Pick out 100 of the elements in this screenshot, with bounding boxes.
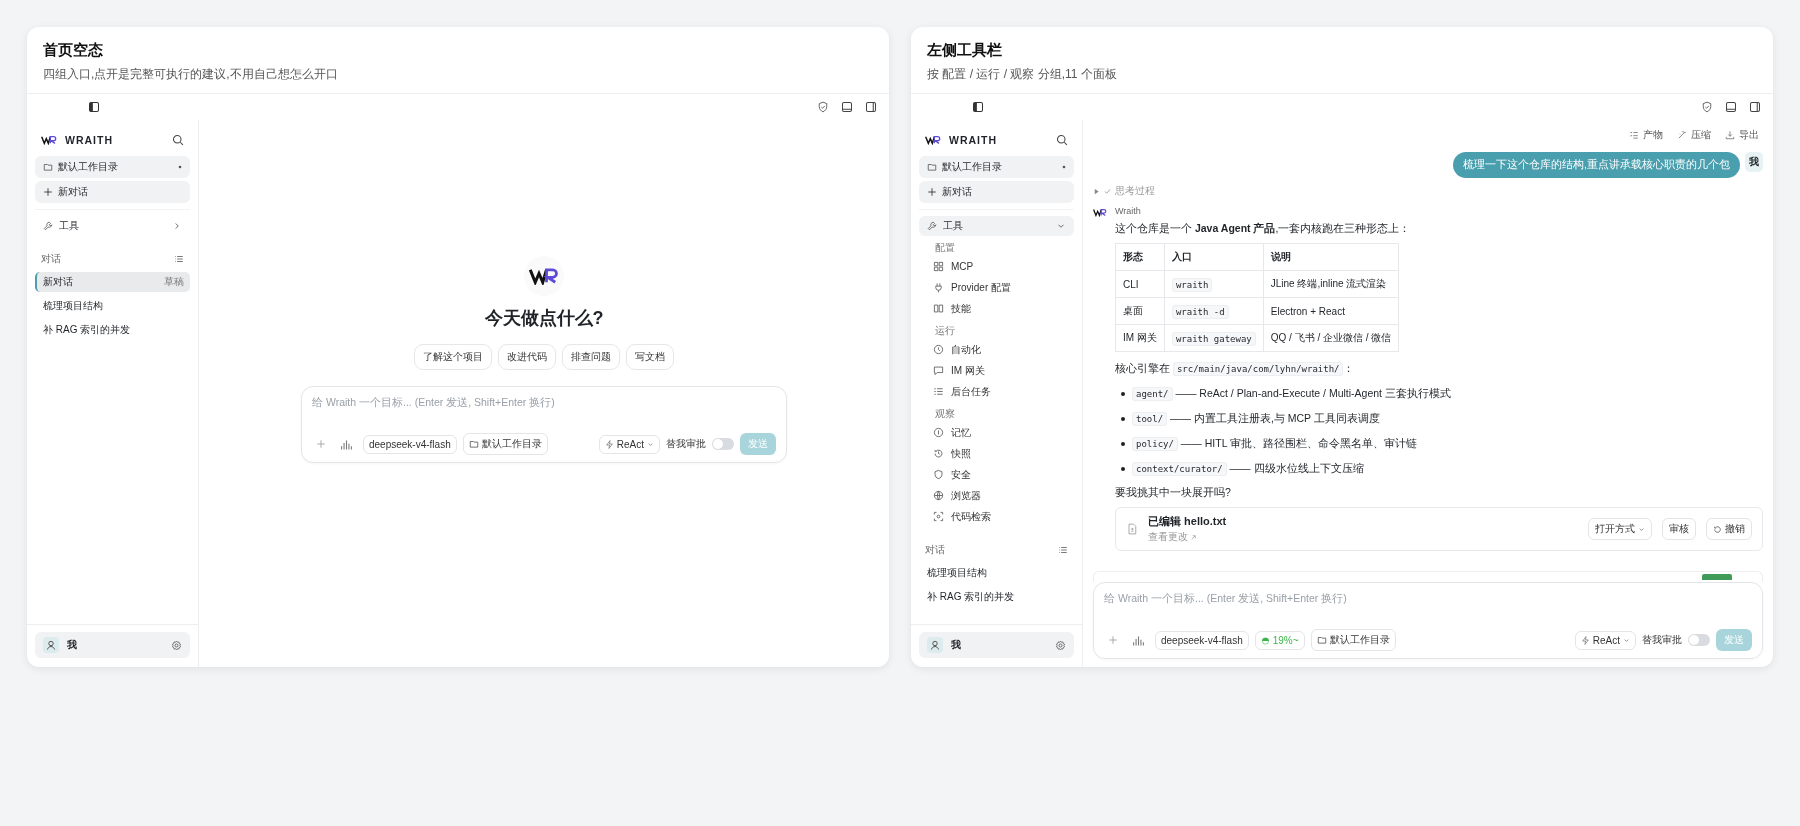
card-subtitle: 按 配置 / 运行 / 观察 分组,11 个面板 (927, 66, 1118, 83)
caret-icon (1638, 525, 1645, 533)
new-chat-button[interactable]: 新对话 (35, 181, 190, 203)
workspace-dropdown[interactable]: 默认工作目录 (919, 156, 1074, 178)
toolbar-button[interactable]: 导出 (1725, 128, 1759, 142)
message-input[interactable]: 给 Wraith 一个目标... (Enter 发送, Shift+Enter 换行) (1104, 591, 1752, 605)
tool-panel-item[interactable]: 后台任务 (919, 381, 1074, 402)
file-action-button[interactable]: 审核 (1662, 518, 1696, 540)
table-cell: Electron + React (1263, 297, 1399, 325)
search-icon[interactable] (1056, 134, 1068, 146)
mode-dropdown[interactable]: ReAct (1574, 630, 1636, 650)
empty-heading: 今天做点什么? (484, 307, 604, 330)
search-icon[interactable] (172, 134, 184, 146)
shield-icon[interactable] (1701, 101, 1713, 113)
settings-icon (1055, 639, 1066, 651)
assistant-name: Wraith (1115, 206, 1142, 216)
user-avatar-icon (927, 637, 943, 653)
plug-icon (933, 282, 944, 293)
tool-panel-item[interactable]: 自动化 (919, 339, 1074, 360)
file-edit-title: 已编辑 hello.txt (1148, 514, 1227, 529)
toolbar-button[interactable]: 产物 (1629, 128, 1663, 142)
tool-panel-item[interactable]: 技能 (919, 298, 1074, 319)
tool-panel-item[interactable]: 浏览器 (919, 485, 1074, 506)
conversation-item[interactable]: 补 RAG 索引的并发 (919, 587, 1074, 607)
list-icon[interactable] (1058, 545, 1068, 555)
table-cell: QQ / 飞书 / 企业微信 / 微信 (1263, 324, 1399, 352)
panel-icon[interactable] (841, 101, 853, 113)
bullet-item: policy/ —— HITL 审批、路径围栏、命令黑名单、审计链 (1132, 434, 1418, 453)
workspace-dropdown[interactable]: 默认工作目录 (35, 156, 190, 178)
user-button[interactable]: 我 (919, 632, 1074, 658)
panel-icon[interactable] (1725, 101, 1737, 113)
table-cell: JLine 终端,inline 流式渲染 (1263, 270, 1399, 298)
conversation-item[interactable]: 新对话 草稿 (35, 272, 190, 292)
bullet-icon (1121, 416, 1125, 421)
lightning-icon (604, 439, 614, 449)
user-button[interactable]: 我 (35, 632, 190, 658)
tool-panel-item[interactable]: MCP (919, 256, 1074, 277)
list-icon (933, 386, 944, 397)
suggestion-chip[interactable]: 写文档 (626, 344, 674, 370)
tools-button[interactable]: 工具 (919, 216, 1074, 236)
sidebar-toggle-icon[interactable] (88, 101, 100, 113)
toolbar-button[interactable]: 压缩 (1677, 128, 1711, 142)
voice-bars-icon[interactable] (1132, 633, 1145, 647)
mode-dropdown[interactable]: ReAct (598, 434, 660, 454)
auto-approve-toggle[interactable] (712, 438, 734, 450)
clock-icon (933, 344, 944, 355)
right-panel-icon[interactable] (1749, 101, 1761, 113)
folder-chip[interactable]: 默认工作目录 (1310, 629, 1396, 651)
table-cell: 桌面 (1115, 297, 1165, 325)
conversation-item[interactable]: 梳理项目结构 (35, 296, 190, 316)
folder-icon (468, 439, 479, 449)
card-title: 首页空态 (43, 41, 104, 60)
user-avatar: 我 (1745, 152, 1763, 172)
card-subtitle: 四组入口,点开是完整可执行的建议,不用自己想怎么开口 (43, 66, 339, 83)
suggestion-chip[interactable]: 改进代码 (498, 344, 556, 370)
voice-bars-icon[interactable] (340, 437, 353, 451)
new-chat-button[interactable]: 新对话 (919, 181, 1074, 203)
conversation-item[interactable]: 补 RAG 索引的并发 (35, 320, 190, 340)
wrench-icon (927, 221, 937, 231)
conversation-item[interactable]: 梳理项目结构 (919, 563, 1074, 583)
right-panel-icon[interactable] (865, 101, 877, 113)
caret-icon (647, 440, 654, 448)
shield-icon (933, 469, 944, 480)
tool-panel-item[interactable]: 记忆 (919, 422, 1074, 443)
auto-approve-toggle[interactable] (1688, 634, 1710, 646)
undo-icon (1713, 524, 1722, 534)
tools-button[interactable]: 工具 (35, 216, 190, 236)
gauge-icon (1260, 635, 1270, 645)
dot-icon (178, 165, 182, 169)
plus-icon (43, 187, 53, 197)
model-chip[interactable]: deepseek-v4-flash (1155, 630, 1249, 650)
folder-chip[interactable]: 默认工作目录 (462, 433, 548, 455)
bullet-item: context/curator/ —— 四级水位线上下文压缩 (1132, 459, 1364, 478)
folder-icon (1316, 635, 1327, 645)
table-cell: wraith gateway (1164, 324, 1264, 352)
message-paragraph: 要我挑其中一块展开吗? (1115, 485, 1232, 500)
table-cell: wraith -d (1164, 297, 1264, 325)
suggestion-chip[interactable]: 排查问题 (562, 344, 620, 370)
model-chip[interactable]: deepseek-v4-flash (363, 434, 457, 454)
file-action-button[interactable]: 打开方式 (1588, 518, 1652, 540)
sidebar-toggle-icon[interactable] (972, 101, 984, 113)
tool-panel-item[interactable]: IM 网关 (919, 360, 1074, 381)
tool-panel-item[interactable]: Provider 配置 (919, 277, 1074, 298)
group-label: 运行 (934, 324, 956, 338)
checklist-icon (1629, 130, 1639, 140)
folder-icon (43, 162, 53, 172)
suggestion-chip[interactable]: 了解这个项目 (414, 344, 492, 370)
tool-panel-item[interactable]: 代码检索 (919, 506, 1074, 527)
file-action-button[interactable]: 撤销 (1706, 518, 1752, 540)
tool-panel-item[interactable]: 快照 (919, 443, 1074, 464)
group-label: 配置 (934, 241, 956, 255)
message-input[interactable]: 给 Wraith 一个目标... (Enter 发送, Shift+Enter 换行) (312, 395, 776, 409)
tool-panel-item[interactable]: 安全 (919, 464, 1074, 485)
download-icon (1725, 130, 1735, 140)
shield-icon[interactable] (817, 101, 829, 113)
bullet-icon (1121, 441, 1125, 446)
section-label: 对话 (41, 252, 61, 266)
card-title: 左侧工具栏 (927, 41, 1003, 60)
table-header-cell: 形态 (1115, 243, 1165, 271)
list-icon[interactable] (174, 254, 184, 264)
